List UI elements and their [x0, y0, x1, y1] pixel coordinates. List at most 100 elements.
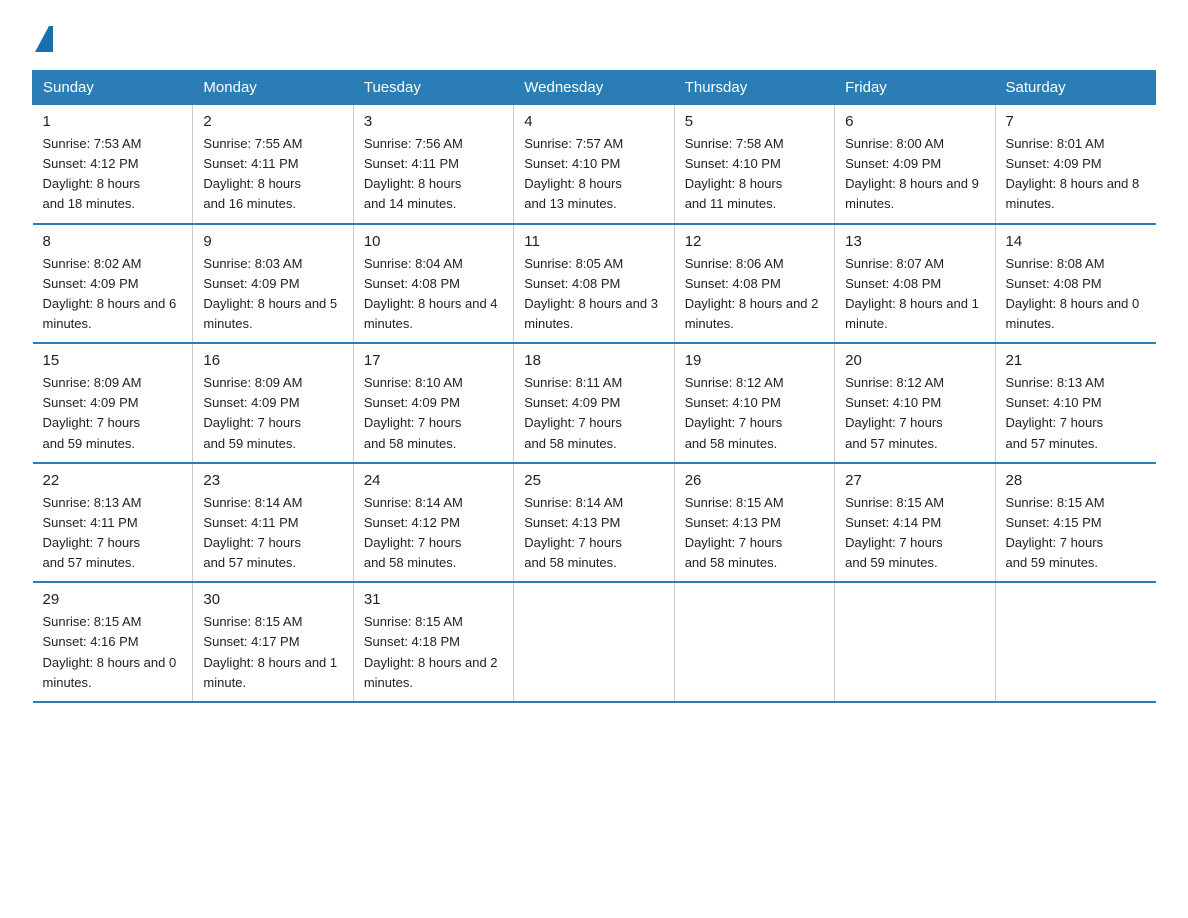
calendar-day-cell: 13 Sunrise: 8:07 AM Sunset: 4:08 PM Dayl… — [835, 224, 995, 344]
page-header — [32, 24, 1156, 52]
day-info: Sunrise: 8:09 AM Sunset: 4:09 PM Dayligh… — [203, 373, 342, 454]
calendar-week-row: 22 Sunrise: 8:13 AM Sunset: 4:11 PM Dayl… — [33, 463, 1156, 583]
calendar-day-cell: 7 Sunrise: 8:01 AM Sunset: 4:09 PM Dayli… — [995, 105, 1155, 224]
calendar-header: SundayMondayTuesdayWednesdayThursdayFrid… — [33, 71, 1156, 105]
day-number: 20 — [845, 352, 984, 369]
calendar-body: 1 Sunrise: 7:53 AM Sunset: 4:12 PM Dayli… — [33, 105, 1156, 702]
day-info: Sunrise: 8:06 AM Sunset: 4:08 PM Dayligh… — [685, 254, 824, 335]
calendar-day-cell: 16 Sunrise: 8:09 AM Sunset: 4:09 PM Dayl… — [193, 343, 353, 463]
day-info: Sunrise: 8:10 AM Sunset: 4:09 PM Dayligh… — [364, 373, 503, 454]
day-info: Sunrise: 7:55 AM Sunset: 4:11 PM Dayligh… — [203, 134, 342, 215]
weekday-header-friday: Friday — [835, 71, 995, 105]
day-number: 23 — [203, 472, 342, 489]
weekday-header-wednesday: Wednesday — [514, 71, 674, 105]
day-number: 24 — [364, 472, 503, 489]
day-number: 31 — [364, 591, 503, 608]
day-info: Sunrise: 7:57 AM Sunset: 4:10 PM Dayligh… — [524, 134, 663, 215]
day-info: Sunrise: 7:56 AM Sunset: 4:11 PM Dayligh… — [364, 134, 503, 215]
calendar-week-row: 29 Sunrise: 8:15 AM Sunset: 4:16 PM Dayl… — [33, 582, 1156, 702]
calendar-day-cell: 22 Sunrise: 8:13 AM Sunset: 4:11 PM Dayl… — [33, 463, 193, 583]
logo-triangle-icon — [35, 26, 53, 52]
calendar-day-cell: 24 Sunrise: 8:14 AM Sunset: 4:12 PM Dayl… — [353, 463, 513, 583]
day-number: 18 — [524, 352, 663, 369]
day-number: 22 — [43, 472, 183, 489]
day-info: Sunrise: 8:03 AM Sunset: 4:09 PM Dayligh… — [203, 254, 342, 335]
calendar-day-cell: 6 Sunrise: 8:00 AM Sunset: 4:09 PM Dayli… — [835, 105, 995, 224]
calendar-day-cell: 3 Sunrise: 7:56 AM Sunset: 4:11 PM Dayli… — [353, 105, 513, 224]
day-number: 6 — [845, 113, 984, 130]
day-info: Sunrise: 7:58 AM Sunset: 4:10 PM Dayligh… — [685, 134, 824, 215]
day-number: 3 — [364, 113, 503, 130]
day-info: Sunrise: 8:01 AM Sunset: 4:09 PM Dayligh… — [1006, 134, 1146, 215]
day-info: Sunrise: 8:11 AM Sunset: 4:09 PM Dayligh… — [524, 373, 663, 454]
weekday-header-saturday: Saturday — [995, 71, 1155, 105]
calendar-day-cell: 8 Sunrise: 8:02 AM Sunset: 4:09 PM Dayli… — [33, 224, 193, 344]
weekday-header-thursday: Thursday — [674, 71, 834, 105]
day-info: Sunrise: 8:00 AM Sunset: 4:09 PM Dayligh… — [845, 134, 984, 215]
calendar-day-cell: 4 Sunrise: 7:57 AM Sunset: 4:10 PM Dayli… — [514, 105, 674, 224]
weekday-header-sunday: Sunday — [33, 71, 193, 105]
calendar-week-row: 15 Sunrise: 8:09 AM Sunset: 4:09 PM Dayl… — [33, 343, 1156, 463]
calendar-week-row: 8 Sunrise: 8:02 AM Sunset: 4:09 PM Dayli… — [33, 224, 1156, 344]
weekday-header-tuesday: Tuesday — [353, 71, 513, 105]
calendar-day-cell: 21 Sunrise: 8:13 AM Sunset: 4:10 PM Dayl… — [995, 343, 1155, 463]
calendar-day-cell — [514, 582, 674, 702]
day-number: 11 — [524, 233, 663, 250]
day-number: 27 — [845, 472, 984, 489]
calendar-day-cell: 29 Sunrise: 8:15 AM Sunset: 4:16 PM Dayl… — [33, 582, 193, 702]
day-info: Sunrise: 8:12 AM Sunset: 4:10 PM Dayligh… — [845, 373, 984, 454]
calendar-day-cell: 14 Sunrise: 8:08 AM Sunset: 4:08 PM Dayl… — [995, 224, 1155, 344]
day-number: 30 — [203, 591, 342, 608]
day-info: Sunrise: 8:14 AM Sunset: 4:11 PM Dayligh… — [203, 493, 342, 574]
day-info: Sunrise: 8:02 AM Sunset: 4:09 PM Dayligh… — [43, 254, 183, 335]
day-number: 15 — [43, 352, 183, 369]
calendar-day-cell: 10 Sunrise: 8:04 AM Sunset: 4:08 PM Dayl… — [353, 224, 513, 344]
day-info: Sunrise: 8:15 AM Sunset: 4:17 PM Dayligh… — [203, 612, 342, 693]
day-info: Sunrise: 8:15 AM Sunset: 4:16 PM Dayligh… — [43, 612, 183, 693]
day-number: 21 — [1006, 352, 1146, 369]
day-number: 17 — [364, 352, 503, 369]
day-info: Sunrise: 8:15 AM Sunset: 4:15 PM Dayligh… — [1006, 493, 1146, 574]
calendar-day-cell: 27 Sunrise: 8:15 AM Sunset: 4:14 PM Dayl… — [835, 463, 995, 583]
calendar-day-cell: 2 Sunrise: 7:55 AM Sunset: 4:11 PM Dayli… — [193, 105, 353, 224]
day-info: Sunrise: 8:15 AM Sunset: 4:14 PM Dayligh… — [845, 493, 984, 574]
calendar-day-cell — [835, 582, 995, 702]
day-info: Sunrise: 7:53 AM Sunset: 4:12 PM Dayligh… — [43, 134, 183, 215]
day-number: 16 — [203, 352, 342, 369]
day-number: 8 — [43, 233, 183, 250]
calendar-week-row: 1 Sunrise: 7:53 AM Sunset: 4:12 PM Dayli… — [33, 105, 1156, 224]
calendar-day-cell: 20 Sunrise: 8:12 AM Sunset: 4:10 PM Dayl… — [835, 343, 995, 463]
calendar-day-cell: 17 Sunrise: 8:10 AM Sunset: 4:09 PM Dayl… — [353, 343, 513, 463]
day-info: Sunrise: 8:07 AM Sunset: 4:08 PM Dayligh… — [845, 254, 984, 335]
day-info: Sunrise: 8:15 AM Sunset: 4:18 PM Dayligh… — [364, 612, 503, 693]
weekday-header-monday: Monday — [193, 71, 353, 105]
calendar-table: SundayMondayTuesdayWednesdayThursdayFrid… — [32, 70, 1156, 703]
calendar-day-cell: 5 Sunrise: 7:58 AM Sunset: 4:10 PM Dayli… — [674, 105, 834, 224]
day-info: Sunrise: 8:09 AM Sunset: 4:09 PM Dayligh… — [43, 373, 183, 454]
calendar-day-cell — [674, 582, 834, 702]
day-info: Sunrise: 8:14 AM Sunset: 4:13 PM Dayligh… — [524, 493, 663, 574]
calendar-day-cell: 18 Sunrise: 8:11 AM Sunset: 4:09 PM Dayl… — [514, 343, 674, 463]
logo — [32, 24, 53, 52]
calendar-day-cell: 23 Sunrise: 8:14 AM Sunset: 4:11 PM Dayl… — [193, 463, 353, 583]
day-number: 28 — [1006, 472, 1146, 489]
calendar-day-cell: 15 Sunrise: 8:09 AM Sunset: 4:09 PM Dayl… — [33, 343, 193, 463]
day-info: Sunrise: 8:04 AM Sunset: 4:08 PM Dayligh… — [364, 254, 503, 335]
day-number: 14 — [1006, 233, 1146, 250]
calendar-day-cell: 12 Sunrise: 8:06 AM Sunset: 4:08 PM Dayl… — [674, 224, 834, 344]
day-info: Sunrise: 8:08 AM Sunset: 4:08 PM Dayligh… — [1006, 254, 1146, 335]
day-number: 29 — [43, 591, 183, 608]
day-number: 9 — [203, 233, 342, 250]
day-info: Sunrise: 8:05 AM Sunset: 4:08 PM Dayligh… — [524, 254, 663, 335]
day-info: Sunrise: 8:14 AM Sunset: 4:12 PM Dayligh… — [364, 493, 503, 574]
day-info: Sunrise: 8:15 AM Sunset: 4:13 PM Dayligh… — [685, 493, 824, 574]
calendar-day-cell: 31 Sunrise: 8:15 AM Sunset: 4:18 PM Dayl… — [353, 582, 513, 702]
day-number: 4 — [524, 113, 663, 130]
day-number: 26 — [685, 472, 824, 489]
day-number: 12 — [685, 233, 824, 250]
calendar-day-cell: 9 Sunrise: 8:03 AM Sunset: 4:09 PM Dayli… — [193, 224, 353, 344]
calendar-day-cell — [995, 582, 1155, 702]
day-number: 10 — [364, 233, 503, 250]
calendar-day-cell: 19 Sunrise: 8:12 AM Sunset: 4:10 PM Dayl… — [674, 343, 834, 463]
weekday-header-row: SundayMondayTuesdayWednesdayThursdayFrid… — [33, 71, 1156, 105]
